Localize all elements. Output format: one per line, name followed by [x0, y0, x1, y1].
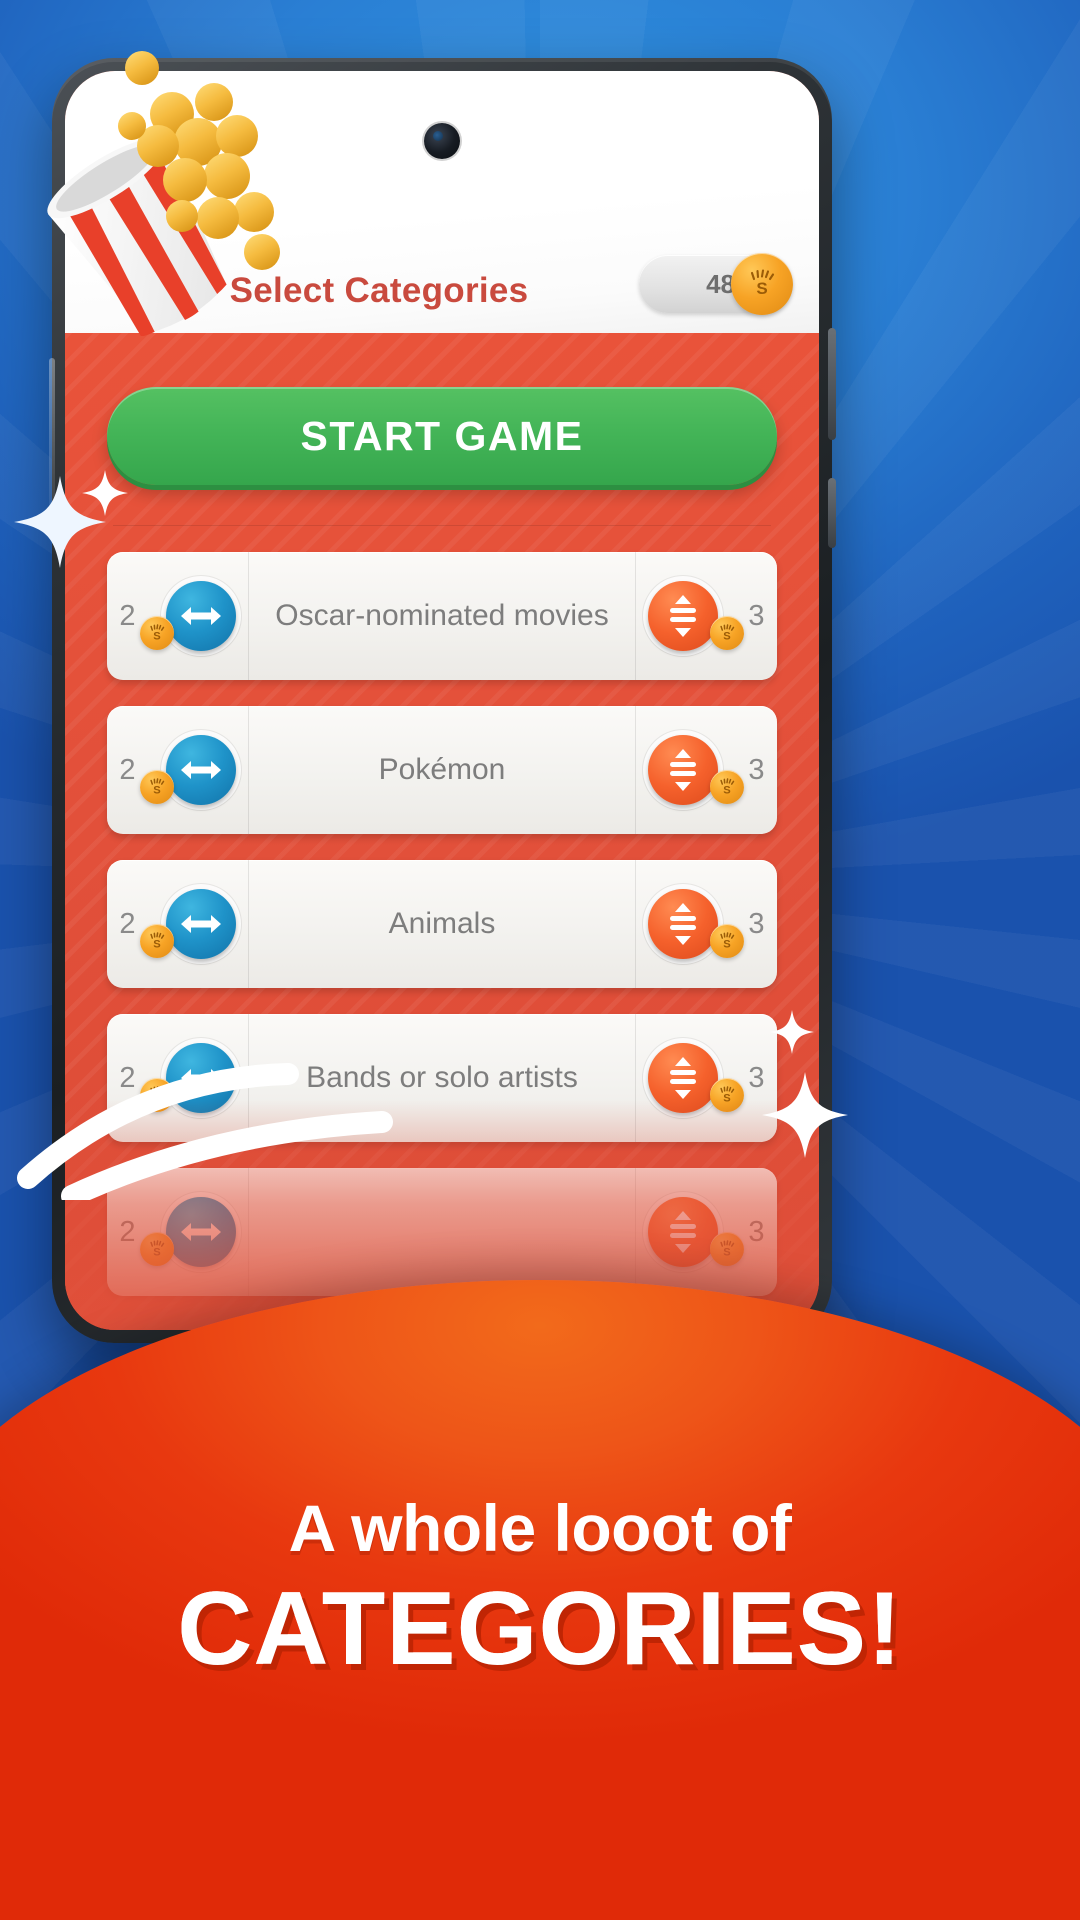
vertical-sort-arrows-icon: [648, 581, 719, 651]
start-game-button[interactable]: START GAME: [107, 387, 777, 485]
coin-badge-icon: S: [710, 616, 745, 650]
svg-text:S: S: [756, 279, 767, 298]
coin-counter[interactable]: 48 S: [639, 253, 793, 315]
page-title: Select Categories: [229, 271, 529, 310]
svg-text:S: S: [153, 938, 160, 950]
category-label: Pokémon: [378, 753, 506, 786]
svg-text:S: S: [724, 938, 731, 950]
left-count-label: 2: [119, 1061, 136, 1094]
table-row[interactable]: 2 S: [107, 860, 777, 988]
category-right-control[interactable]: S 3: [635, 706, 777, 834]
coin-badge-icon: S: [710, 770, 745, 804]
category-right-control[interactable]: S 3: [635, 1014, 777, 1142]
vertical-sort-arrows-icon: [648, 1197, 719, 1267]
category-label: Oscar-nominated movies: [275, 599, 609, 632]
promo-banner: A whole looot of CATEGORIES!: [0, 1280, 1080, 1920]
list-divider: [113, 525, 771, 526]
category-label: [249, 1168, 635, 1296]
svg-text:S: S: [724, 1092, 731, 1104]
category-left-control[interactable]: 2 S: [107, 1014, 249, 1142]
vertical-sort-arrows-icon: [648, 1043, 719, 1113]
promo-headline-line1: A whole looot of: [288, 1491, 792, 1565]
coin-badge-icon: S: [139, 770, 174, 804]
left-count-label: 2: [119, 1215, 136, 1248]
svg-text:S: S: [724, 630, 731, 642]
category-label: Animals: [388, 907, 496, 940]
coin-badge-icon: S: [710, 1232, 745, 1266]
coin-badge-icon: S: [139, 924, 174, 958]
power-button[interactable]: [828, 478, 836, 548]
category-right-control[interactable]: S 3: [635, 860, 777, 988]
app-header: Select Categories 48 S: [65, 71, 819, 333]
volume-button[interactable]: [828, 328, 836, 440]
vertical-sort-arrows-icon: [648, 735, 719, 805]
phone-screen: Select Categories 48 S START GAME 2 S Os…: [65, 71, 819, 1330]
category-left-control[interactable]: 2 S: [107, 860, 249, 988]
horizontal-double-arrow-icon: [165, 889, 236, 959]
svg-text:S: S: [153, 1246, 160, 1258]
horizontal-double-arrow-icon: [165, 1043, 236, 1113]
coin-badge-icon: S: [710, 1078, 745, 1112]
left-count-label: 2: [119, 907, 136, 940]
app-body: START GAME 2 S Oscar-nominated movies S …: [65, 333, 819, 1330]
category-right-control[interactable]: S 3: [635, 552, 777, 680]
right-count-label: 3: [748, 753, 765, 786]
table-row[interactable]: 2 S: [107, 706, 777, 834]
svg-text:S: S: [724, 784, 731, 796]
coin-badge-icon: S: [139, 616, 174, 650]
front-camera-icon: [424, 123, 460, 159]
right-count-label: 3: [748, 1061, 765, 1094]
table-row[interactable]: 2 S: [107, 1168, 777, 1296]
coin-badge-icon: S: [139, 1078, 174, 1112]
category-list: 2 S Oscar-nominated movies S 3 2 S Pokém…: [107, 552, 777, 1296]
category-left-control[interactable]: 2 S: [107, 1168, 249, 1296]
table-row[interactable]: 2 S: [107, 1014, 777, 1142]
category-right-control[interactable]: S 3: [635, 1168, 777, 1296]
right-count-label: 3: [748, 1215, 765, 1248]
coin-badge-icon: S: [710, 924, 745, 958]
coin-badge-icon: S: [139, 1232, 174, 1266]
category-left-control[interactable]: 2 S: [107, 706, 249, 834]
svg-text:S: S: [153, 630, 160, 642]
left-count-label: 2: [119, 599, 136, 632]
horizontal-double-arrow-icon: [165, 1197, 236, 1267]
promo-headline-line2: CATEGORIES!: [177, 1571, 903, 1687]
svg-text:S: S: [724, 1246, 731, 1258]
promo-stage: Select Categories 48 S START GAME 2 S Os…: [0, 0, 1080, 1920]
coin-icon: S: [731, 253, 793, 315]
table-row[interactable]: 2 S: [107, 552, 777, 680]
phone-edge-glare: [49, 358, 55, 518]
phone-device: Select Categories 48 S START GAME 2 S Os…: [49, 58, 836, 1343]
left-count-label: 2: [119, 753, 136, 786]
right-count-label: 3: [748, 599, 765, 632]
right-count-label: 3: [748, 907, 765, 940]
category-left-control[interactable]: 2 S: [107, 552, 249, 680]
vertical-sort-arrows-icon: [648, 889, 719, 959]
horizontal-double-arrow-icon: [165, 581, 236, 651]
svg-text:S: S: [153, 1092, 160, 1104]
category-label: Bands or solo artists: [306, 1061, 578, 1094]
svg-text:S: S: [153, 784, 160, 796]
horizontal-double-arrow-icon: [165, 735, 236, 805]
